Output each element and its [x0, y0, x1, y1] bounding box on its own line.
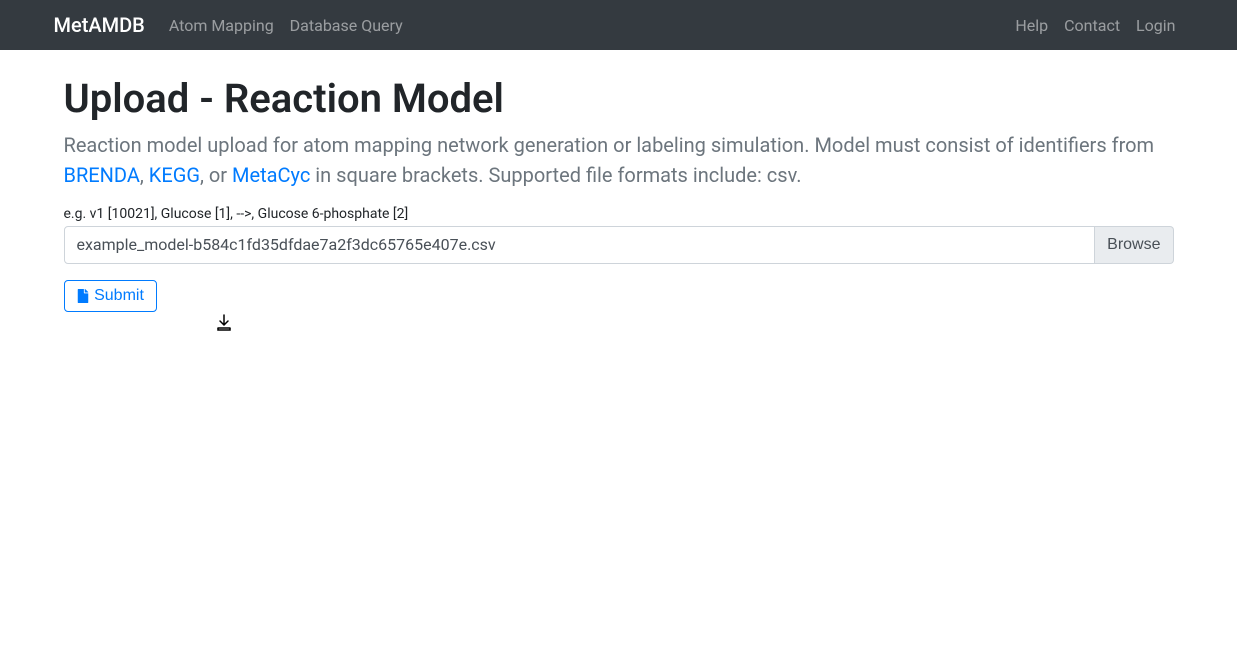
- file-icon: [77, 289, 89, 303]
- navbar-left-nav: Atom Mapping Database Query: [161, 16, 1008, 35]
- link-kegg[interactable]: KEGG: [149, 163, 200, 187]
- page-title: Upload - Reaction Model: [64, 75, 1174, 122]
- navbar-right-nav: Help Contact Login: [1007, 16, 1183, 35]
- nav-login[interactable]: Login: [1128, 8, 1183, 43]
- link-metacyc[interactable]: MetaCyc: [232, 163, 310, 187]
- file-input-label: e.g. v1 [10021], Glucose [1], -->, Gluco…: [64, 206, 1174, 222]
- submit-button[interactable]: Submit: [64, 280, 157, 312]
- file-input[interactable]: example_model-b584c1fd35dfdae7a2f3dc6576…: [64, 226, 1096, 264]
- navbar: MetAMDB Atom Mapping Database Query Help…: [0, 0, 1237, 50]
- navbar-brand[interactable]: MetAMDB: [54, 13, 145, 37]
- navbar-container: MetAMDB Atom Mapping Database Query Help…: [39, 13, 1199, 37]
- main-container: Upload - Reaction Model Reaction model u…: [49, 50, 1189, 312]
- browse-button[interactable]: Browse: [1095, 226, 1173, 264]
- file-input-group: example_model-b584c1fd35dfdae7a2f3dc6576…: [64, 226, 1174, 264]
- nav-help[interactable]: Help: [1007, 8, 1056, 43]
- description-text-2: in square brackets. Supported file forma…: [310, 163, 801, 187]
- submit-button-label: Submit: [94, 287, 144, 305]
- page-description: Reaction model upload for atom mapping n…: [64, 130, 1174, 190]
- description-sep-2: , or: [200, 163, 232, 187]
- nav-atom-mapping[interactable]: Atom Mapping: [161, 8, 282, 43]
- description-text-1: Reaction model upload for atom mapping n…: [64, 133, 1155, 157]
- link-brenda[interactable]: BRENDA: [64, 163, 140, 187]
- cursor-icon: [216, 314, 232, 332]
- description-sep-1: ,: [140, 163, 149, 187]
- nav-database-query[interactable]: Database Query: [282, 8, 411, 43]
- nav-contact[interactable]: Contact: [1056, 8, 1128, 43]
